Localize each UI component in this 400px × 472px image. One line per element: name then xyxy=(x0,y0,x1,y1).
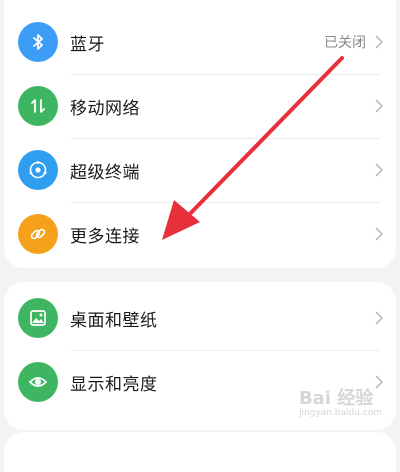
settings-row-super-device[interactable]: 超级终端 xyxy=(4,138,396,202)
super-device-icon xyxy=(18,150,58,190)
chevron-right-icon xyxy=(375,163,384,177)
eye-icon xyxy=(18,362,58,402)
mobile-data-icon xyxy=(18,86,58,126)
watermark-sub: jingyan.baidu.com xyxy=(298,408,382,418)
settings-row-mobile-network[interactable]: 移动网络 xyxy=(4,74,396,138)
watermark-text: Bai 经验 xyxy=(298,388,374,409)
chevron-right-icon xyxy=(375,99,384,113)
connectivity-settings-card: 蓝牙 已关闭 移动网络 超级终端 更多连接 xyxy=(4,0,396,268)
chevron-right-icon xyxy=(375,227,384,241)
display-brightness-label: 显示和亮度 xyxy=(70,374,158,395)
more-connections-label: 更多连接 xyxy=(70,226,140,247)
settings-row-more-connections[interactable]: 更多连接 xyxy=(4,202,396,266)
bluetooth-icon xyxy=(18,22,58,62)
home-wallpaper-label: 桌面和壁纸 xyxy=(70,310,158,331)
bluetooth-label: 蓝牙 xyxy=(70,34,105,55)
mobile-network-label: 移动网络 xyxy=(70,98,140,119)
bluetooth-status: 已关闭 xyxy=(324,35,366,51)
chevron-right-icon xyxy=(375,311,384,325)
wallpaper-icon xyxy=(18,298,58,338)
next-settings-card xyxy=(4,432,396,472)
link-icon xyxy=(18,214,58,254)
watermark: Bai 经验 jingyan.baidu.com xyxy=(299,384,382,418)
chevron-right-icon xyxy=(375,35,384,49)
super-device-label: 超级终端 xyxy=(70,162,140,183)
settings-row-bluetooth[interactable]: 蓝牙 已关闭 xyxy=(4,10,396,74)
settings-row-home-wallpaper[interactable]: 桌面和壁纸 xyxy=(4,286,396,350)
